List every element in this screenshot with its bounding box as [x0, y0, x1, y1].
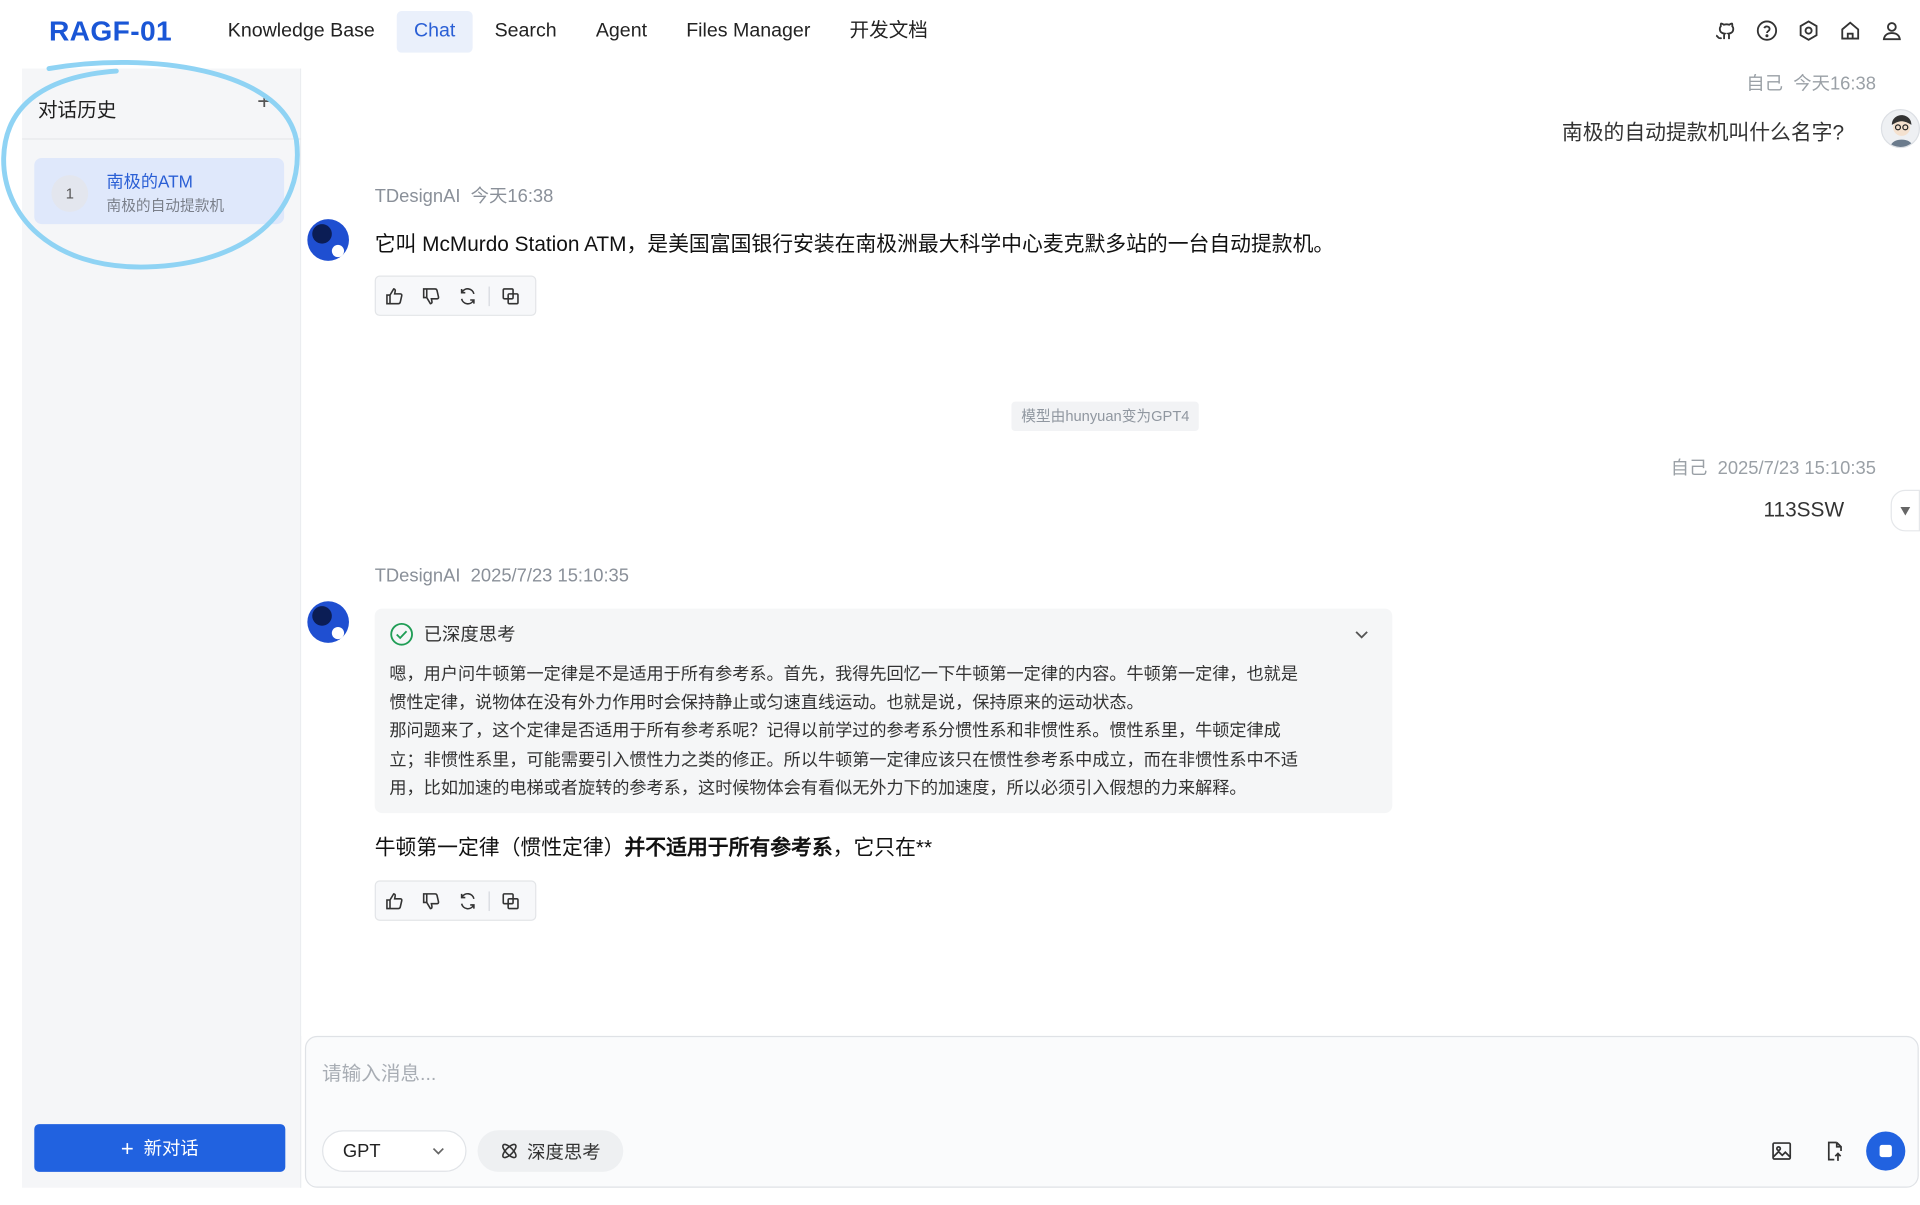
thumbs-up-icon[interactable]	[376, 277, 413, 315]
model-select[interactable]: GPT	[322, 1130, 467, 1172]
new-chat-button[interactable]: + 新对话	[34, 1124, 286, 1172]
nav-search[interactable]: Search	[477, 11, 573, 53]
top-header: RAGF-01 Knowledge Base Chat Search Agent…	[0, 0, 1920, 69]
chat-area: 自己 今天16:38 南极的自动提款机叫什么名字? TDesignAI 今天16…	[301, 68, 1920, 1036]
conversation-title: 南极的ATM	[106, 171, 193, 192]
add-conversation-icon[interactable]: +	[257, 88, 271, 116]
copy-icon[interactable]	[492, 882, 529, 920]
message-actions	[374, 275, 537, 316]
message-input[interactable]: 请输入消息...	[322, 1057, 436, 1086]
user-message-text: 南极的自动提款机叫什么名字?	[1561, 121, 1845, 145]
user-icon[interactable]	[1881, 20, 1903, 42]
deep-think-button[interactable]: 深度思考	[477, 1130, 624, 1172]
user-avatar	[1880, 108, 1920, 149]
thumbs-down-icon[interactable]	[413, 277, 450, 315]
thinking-title: 已深度思考	[423, 624, 516, 646]
conversation-number: 1	[51, 175, 89, 212]
regenerate-icon[interactable]	[449, 277, 486, 315]
new-chat-label: 新对话	[143, 1138, 199, 1160]
thinking-line: 惯性定律，说物体在没有外力作用时会保持静止或匀速直线运动。也就是说，保持原来的运…	[389, 692, 1144, 712]
chevron-down-icon	[432, 1147, 444, 1155]
sender-name: TDesignAI	[374, 186, 461, 207]
action-divider	[488, 285, 490, 306]
file-upload-icon[interactable]	[1822, 1139, 1846, 1163]
thumbs-down-icon[interactable]	[413, 882, 450, 920]
message-input-box[interactable]: 请输入消息... GPT 深度思考	[304, 1035, 1919, 1188]
assistant-avatar	[306, 600, 350, 644]
assistant-message-meta: TDesignAI 今天16:38	[375, 182, 554, 208]
assistant-avatar	[306, 218, 350, 262]
message-time: 2025/7/23 15:10:35	[470, 565, 629, 587]
nav-dev-docs[interactable]: 开发文档	[832, 11, 945, 53]
thinking-header[interactable]: 已深度思考	[389, 621, 516, 647]
assistant-answer: 牛顿第一定律（惯性定律）并不适用于所有参考系，它只在**	[375, 830, 932, 861]
copy-icon[interactable]	[492, 277, 529, 315]
thinking-content: 嗯，用户问牛顿第一定律是不是适用于所有参考系。首先，我得先回忆一下牛顿第一定律的…	[389, 660, 1378, 802]
thinking-panel: 已深度思考 嗯，用户问牛顿第一定律是不是适用于所有参考系。首先，我得先回忆一下牛…	[374, 608, 1393, 814]
sidebar-title: 对话历史	[37, 100, 117, 122]
thinking-line: 那问题来了，这个定律是否适用于所有参考系呢？记得以前学过的参考系分惯性系和非惯性…	[389, 720, 1281, 741]
assistant-message-text: 它叫 McMurdo Station ATM，是美国富国银行安装在南极洲最大科学…	[374, 232, 1335, 256]
regenerate-icon[interactable]	[449, 882, 486, 920]
action-divider	[488, 890, 490, 911]
sender-name: 自己	[1746, 73, 1784, 95]
plus-icon: +	[120, 1135, 134, 1161]
answer-prefix: 牛顿第一定律（惯性定律）	[374, 836, 625, 860]
stop-icon	[1879, 1144, 1892, 1158]
thinking-line: 用，比如加速的电梯或者旋转的参考系，这时候物体会有看似无外力下的加速度，所以必须…	[389, 777, 1247, 797]
help-icon[interactable]	[1756, 20, 1778, 42]
settings-icon[interactable]	[1798, 20, 1820, 42]
answer-suffix: ，它只在**	[832, 836, 933, 860]
conversation-sidebar: 对话历史 + 1 南极的ATM 南极的自动提款机 + 新对话	[22, 68, 302, 1188]
header-icons	[1714, 20, 1903, 42]
chevron-down-icon	[1900, 506, 1911, 516]
message-actions	[374, 880, 537, 921]
home-icon[interactable]	[1839, 20, 1861, 42]
brand-logo[interactable]: RAGF-01	[49, 15, 172, 48]
scroll-down-button[interactable]	[1890, 489, 1920, 532]
check-circle-icon	[390, 622, 413, 646]
conversation-item[interactable]: 1 南极的ATM 南极的自动提款机	[34, 157, 285, 225]
atom-icon	[502, 1143, 518, 1159]
thumbs-up-icon[interactable]	[376, 882, 413, 920]
chevron-down-icon[interactable]	[1353, 626, 1370, 649]
image-upload-icon[interactable]	[1769, 1139, 1793, 1163]
user-message-meta: 自己 今天16:38	[1746, 70, 1876, 96]
sender-name: 自己	[1670, 457, 1708, 479]
message-time: 今天16:38	[470, 186, 554, 207]
conversation-subtitle: 南极的自动提款机	[106, 197, 225, 215]
github-icon[interactable]	[1714, 20, 1736, 42]
main-nav: Knowledge Base Chat Search Agent Files M…	[211, 11, 945, 53]
app-window: RAGF-01 Knowledge Base Chat Search Agent…	[0, 0, 1920, 1205]
nav-agent[interactable]: Agent	[579, 11, 664, 53]
message-time: 今天16:38	[1793, 73, 1876, 95]
thinking-line: 嗯，用户问牛顿第一定律是不是适用于所有参考系。首先，我得先回忆一下牛顿第一定律的…	[389, 663, 1298, 684]
user-message-meta: 自己 2025/7/23 15:10:35	[1671, 454, 1876, 480]
deep-think-label: 深度思考	[527, 1141, 601, 1163]
user-message-text: 113SSW	[1763, 498, 1845, 522]
model-select-value: GPT	[342, 1140, 381, 1162]
stop-generation-button[interactable]	[1866, 1131, 1906, 1171]
sender-name: TDesignAI	[374, 565, 461, 587]
thinking-line: 立；非惯性系里，可能需要引入惯性力之类的修正。所以牛顿第一定律应该只在惯性参考系…	[389, 748, 1298, 769]
nav-chat[interactable]: Chat	[396, 11, 473, 53]
nav-files-manager[interactable]: Files Manager	[669, 11, 827, 53]
answer-bold: 并不适用于所有参考系	[624, 836, 833, 860]
model-change-note: 模型由hunyuan变为GPT4	[1011, 401, 1200, 432]
nav-knowledge-base[interactable]: Knowledge Base	[211, 11, 392, 53]
assistant-message-meta: TDesignAI 2025/7/23 15:10:35	[375, 566, 629, 587]
message-time: 2025/7/23 15:10:35	[1717, 457, 1876, 479]
sidebar-header: 对话历史 +	[22, 69, 302, 140]
